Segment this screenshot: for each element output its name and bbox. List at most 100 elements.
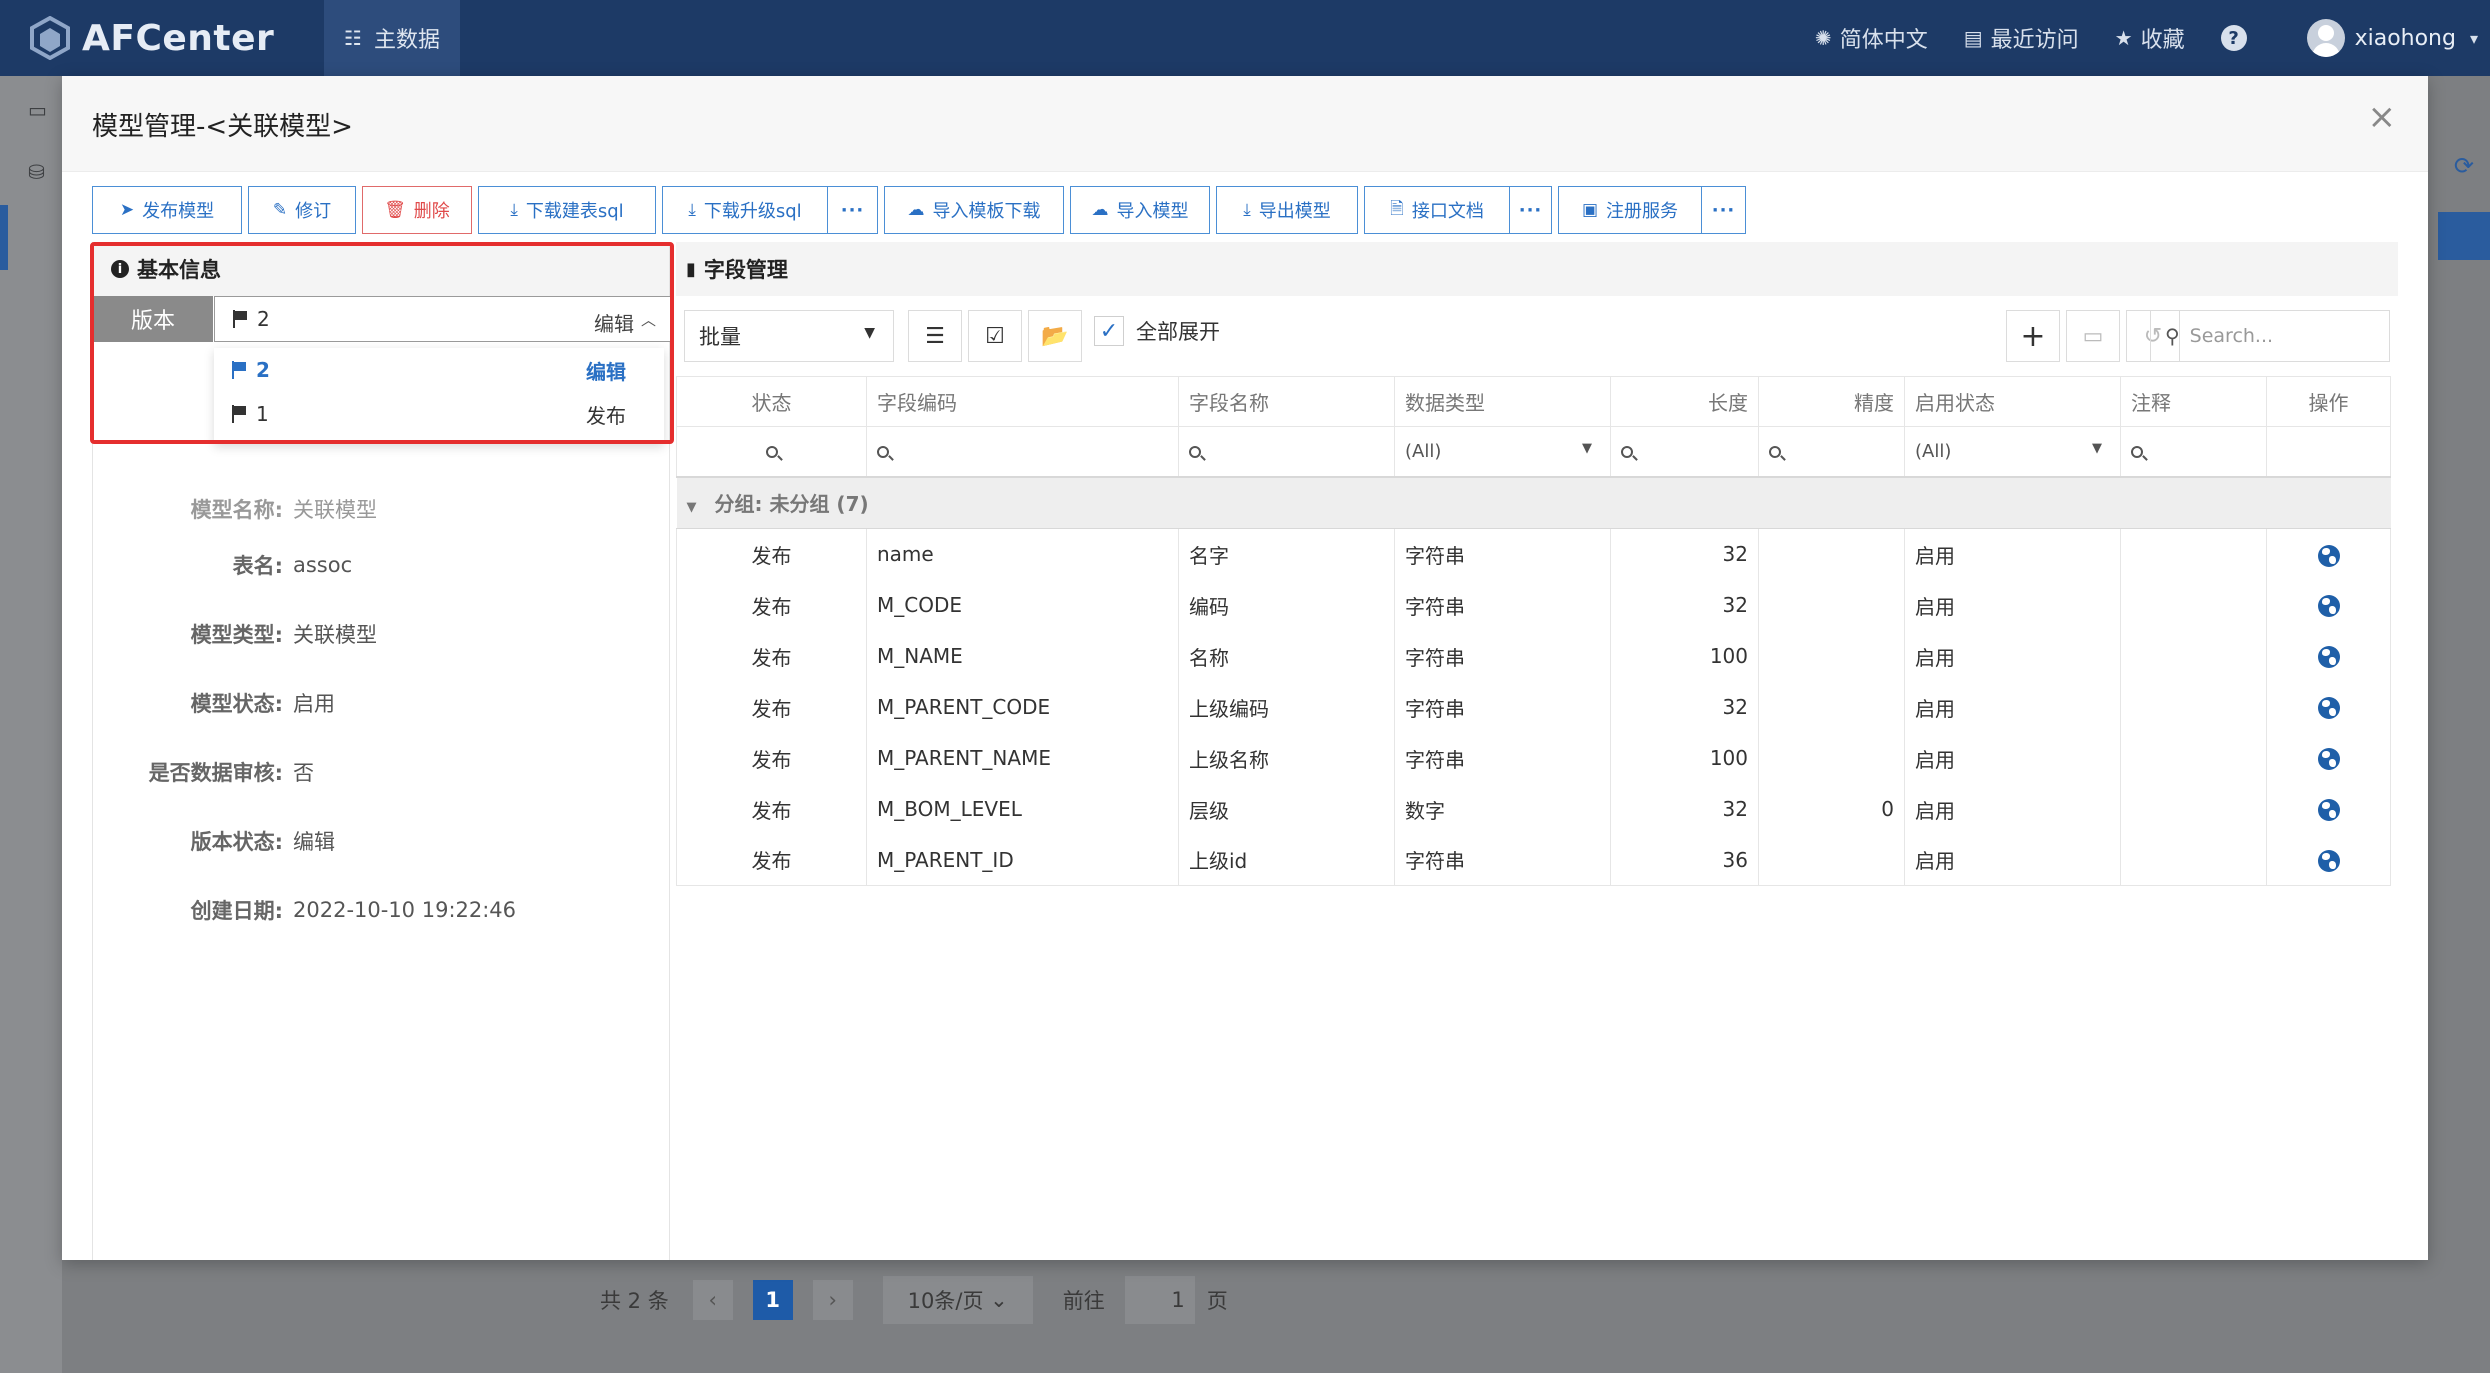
cell-precision <box>1758 681 1905 733</box>
cell-length: 32 <box>1610 681 1759 733</box>
cell-length: 32 <box>1610 528 1759 580</box>
cloud-upload-icon: ☁ <box>1091 200 1109 220</box>
field-management-panel: ▮ 字段管理 批量 ▼ ☰ ☑ 📂 ✓ 全部展开 + ▭ ↺ ⚲ Search.… <box>676 242 2398 1260</box>
add-icon[interactable]: + <box>2006 310 2060 362</box>
columns-icon: ▮ <box>686 258 696 280</box>
cell-code: name <box>866 528 1179 580</box>
favorites[interactable]: ★ 收藏 <box>2115 22 2185 54</box>
collapse-triangle-icon[interactable]: ▼ <box>687 500 697 515</box>
pager-goto-input: 1 <box>1124 1276 1195 1324</box>
dialog-title: 模型管理-<关联模型> <box>92 112 353 142</box>
import-template-download-button[interactable]: ☁ 导入模板下载 <box>884 186 1064 234</box>
version-option-2[interactable]: 2 编辑 <box>214 348 664 392</box>
group-label: 分组: 未分组 (7) <box>714 492 869 517</box>
column-header[interactable]: 操作 <box>2266 376 2391 427</box>
globe-icon[interactable] <box>2317 850 2340 872</box>
language-switch[interactable]: ✺ 简体中文 <box>1815 22 1928 54</box>
username[interactable]: xiaohong <box>2355 26 2456 51</box>
search-input[interactable]: ⚲ Search... <box>2150 310 2390 362</box>
list-icon[interactable]: ☰ <box>908 310 962 362</box>
checkmark-icon: ✓ <box>1094 316 1124 346</box>
save-icon[interactable]: ▭ <box>2066 310 2120 362</box>
more-sql-button[interactable]: ··· <box>828 186 878 234</box>
filter-cell[interactable] <box>1758 426 1905 477</box>
table-row[interactable]: 发布 M_PARENT_CODE 上级编码 字符串 32 启用 <box>676 681 2391 733</box>
export-model-button[interactable]: ⤓ 导出模型 <box>1216 186 1358 234</box>
app-logo[interactable]: AFCenter <box>30 14 274 62</box>
batch-select[interactable]: 批量 ▼ <box>684 310 894 362</box>
cell-enabled: 启用 <box>1904 528 2121 580</box>
close-icon[interactable]: × <box>2368 100 2397 134</box>
caret-down-icon: ▼ <box>2092 441 2102 456</box>
field-value: 启用 <box>293 691 335 716</box>
api-doc-group: 🗎 接口文档 ··· <box>1364 186 1552 234</box>
globe-icon[interactable] <box>2317 646 2340 669</box>
avatar[interactable] <box>2306 19 2345 57</box>
model-toolbar: ➤ 发布模型 ✎ 修订 🗑 删除 ⤓ 下载建表sql ⤓ 下载升级sql ··· ☁ 导入模… <box>92 186 1752 234</box>
globe-icon[interactable] <box>2317 544 2340 567</box>
table-row[interactable]: 发布 M_CODE 编码 字符串 32 启用 <box>676 579 2391 631</box>
column-header[interactable]: 字段编码 <box>866 376 1179 427</box>
group-row[interactable]: ▼ 分组: 未分组 (7) <box>676 475 2391 529</box>
expand-all-checkbox[interactable]: ✓ 全部展开 <box>1094 316 1220 346</box>
export-model-label: 导出模型 <box>1258 201 1331 222</box>
version-select[interactable]: 2 编辑 ︿ <box>214 296 671 342</box>
revise-button[interactable]: ✎ 修订 <box>248 186 356 234</box>
cell-precision <box>1758 579 1905 631</box>
info-icon: i <box>111 260 129 278</box>
grid-filter-row: (All) ▼ (All) ▼ <box>676 426 2391 477</box>
column-header[interactable]: 数据类型 <box>1394 376 1611 427</box>
column-header[interactable]: 状态 <box>676 376 867 427</box>
download-create-sql-button[interactable]: ⤓ 下载建表sql <box>478 186 656 234</box>
globe-icon[interactable] <box>2317 595 2340 618</box>
cell-type: 字符串 <box>1394 579 1611 631</box>
version-dropdown: 2 编辑 1 发布 <box>214 348 664 444</box>
cell-length: 32 <box>1610 783 1759 835</box>
table-row[interactable]: 发布 M_BOM_LEVEL 层级 数字 32 0 启用 <box>676 783 2391 835</box>
delete-button[interactable]: 🗑 删除 <box>362 186 472 234</box>
api-doc-button[interactable]: 🗎 接口文档 <box>1364 186 1510 234</box>
table-row[interactable]: 发布 M_PARENT_NAME 上级名称 字符串 100 启用 <box>676 732 2391 784</box>
cell-enabled: 启用 <box>1904 783 2121 835</box>
help-icon[interactable]: ? <box>2220 25 2247 51</box>
globe-icon[interactable] <box>2317 748 2340 771</box>
download-upgrade-sql-button[interactable]: ⤓ 下载升级sql <box>662 186 828 234</box>
column-header[interactable]: 精度 <box>1758 376 1905 427</box>
nav-master-data[interactable]: ☷ 主数据 <box>324 0 460 76</box>
chevron-down-icon[interactable]: ▾ <box>2470 29 2478 48</box>
table-row[interactable]: 发布 M_NAME 名称 字符串 100 启用 <box>676 630 2391 682</box>
search-icon: ⚲ <box>2165 324 2180 348</box>
column-header[interactable]: 注释 <box>2120 376 2267 427</box>
column-header[interactable]: 启用状态 <box>1904 376 2121 427</box>
filter-select[interactable]: (All) ▼ <box>1394 426 1611 477</box>
cell-length: 100 <box>1610 630 1759 682</box>
version-option-1[interactable]: 1 发布 <box>214 392 664 436</box>
more-service-button[interactable]: ··· <box>1702 186 1746 234</box>
field-label: 版本状态: <box>190 829 283 854</box>
cell-enabled: 启用 <box>1904 579 2121 631</box>
recent-visits[interactable]: ▤ 最近访问 <box>1964 22 2079 54</box>
table-row[interactable]: 发布 M_PARENT_ID 上级id 字符串 36 启用 <box>676 834 2391 886</box>
filter-cell[interactable] <box>1178 426 1395 477</box>
globe-icon[interactable] <box>2317 799 2340 822</box>
wallet-icon: ▭ <box>28 98 47 122</box>
folder-open-icon[interactable]: 📂 <box>1028 310 1082 362</box>
publish-model-button[interactable]: ➤ 发布模型 <box>92 186 242 234</box>
filter-cell[interactable] <box>866 426 1179 477</box>
cell-type: 字符串 <box>1394 681 1611 733</box>
column-header[interactable]: 字段名称 <box>1178 376 1395 427</box>
cell-status: 发布 <box>676 528 867 580</box>
field-value: 编辑 <box>293 829 335 854</box>
import-model-button[interactable]: ☁ 导入模型 <box>1070 186 1210 234</box>
filter-select[interactable]: (All) ▼ <box>1904 426 2121 477</box>
filter-cell[interactable] <box>2120 426 2267 477</box>
column-header[interactable]: 长度 <box>1610 376 1759 427</box>
globe-icon[interactable] <box>2317 697 2340 720</box>
table-row[interactable]: 发布 name 名字 字符串 32 启用 <box>676 528 2391 580</box>
filter-cell[interactable] <box>1610 426 1759 477</box>
cell-code: M_PARENT_CODE <box>866 681 1179 733</box>
register-service-button[interactable]: ▣ 注册服务 <box>1558 186 1702 234</box>
more-doc-button[interactable]: ··· <box>1510 186 1552 234</box>
check-list-icon[interactable]: ☑ <box>968 310 1022 362</box>
filter-cell[interactable] <box>676 426 867 477</box>
